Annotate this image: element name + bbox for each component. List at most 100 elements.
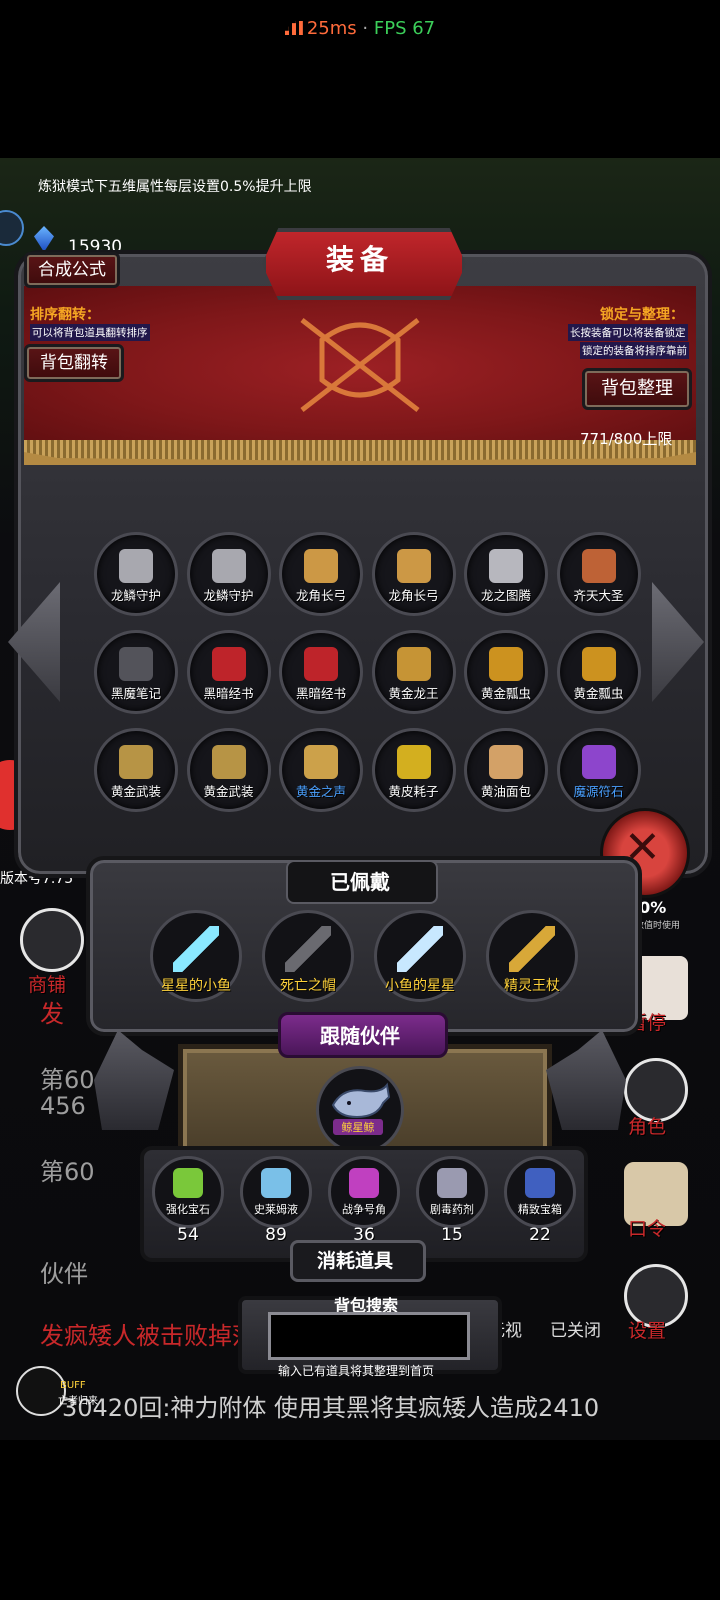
consumable-item-count: 22 <box>529 1225 551 1245</box>
inventory-item[interactable]: 黄金龙王 <box>371 630 456 714</box>
horn-icon <box>349 1167 379 1198</box>
inventory-item[interactable]: 龙角长弓 <box>371 532 456 616</box>
sparkle-sword-icon <box>397 926 443 973</box>
latency-text: 25ms <box>306 18 357 39</box>
inventory-item-label: 魔源符石 <box>573 784 624 799</box>
inventory-item[interactable]: 黄油面包 <box>464 728 548 812</box>
hat-icon <box>285 926 331 973</box>
inventory-item-label: 黄油面包 <box>480 784 531 799</box>
synthesis-formula-button[interactable]: 合成公式 <box>24 252 120 288</box>
panel-title: 装备 <box>325 243 394 276</box>
red-book-icon <box>211 647 246 682</box>
lock-desc-2: 锁定的装备将排序靠前 <box>580 342 689 359</box>
inventory-item[interactable]: 黄金武装 <box>186 728 271 812</box>
inventory-item-label: 齐天大圣 <box>573 588 624 603</box>
inventory-item-label: 龙之图腾 <box>480 588 531 603</box>
consumable-item-label: 剧毒药剂 <box>430 1203 474 1216</box>
log-line-5: 伙伴 <box>40 1260 88 1288</box>
crossed-swords-icon <box>300 318 420 412</box>
beetle-icon <box>581 647 616 682</box>
shield-icon <box>119 549 153 584</box>
poison-icon <box>437 1167 467 1198</box>
equipped-item[interactable]: 死亡之帽 <box>262 910 354 1002</box>
staff-icon <box>509 926 555 973</box>
red-book-icon <box>304 647 338 682</box>
bag-flip-button[interactable]: 背包翻转 <box>24 344 124 382</box>
companion-title: 跟随伙伴 <box>320 1024 400 1048</box>
yellow-ball-icon <box>396 745 431 780</box>
inventory-item[interactable]: 黄金瓢虫 <box>464 630 548 714</box>
equipped-item[interactable]: 星星的小鱼 <box>150 910 242 1002</box>
buff-skull-icon[interactable] <box>16 1366 66 1416</box>
sword-icon <box>173 926 219 973</box>
harp-icon <box>304 745 338 780</box>
inventory-item-label: 黄皮耗子 <box>388 784 439 799</box>
inventory-item[interactable]: 黄金瓢虫 <box>556 630 641 714</box>
totem-icon <box>489 549 523 584</box>
chest-icon <box>525 1167 555 1198</box>
inventory-item[interactable]: 魔源符石 <box>556 728 641 812</box>
consumable-item[interactable]: 剧毒药剂 15 <box>416 1156 488 1245</box>
search-input[interactable] <box>268 1312 470 1360</box>
inventory-item[interactable]: 黄皮耗子 <box>371 728 456 812</box>
monkey-king-icon <box>581 549 616 584</box>
bow-icon <box>304 549 338 584</box>
signal-icon <box>284 21 303 35</box>
consumable-item[interactable]: 强化宝石 54 <box>152 1156 224 1245</box>
buff-label: BUFF <box>60 1380 86 1391</box>
inventory-item-label: 黑暗经书 <box>203 686 254 701</box>
inventory-item[interactable]: 龙之图腾 <box>464 532 548 616</box>
log-line-4: 第60 <box>40 1158 95 1186</box>
bag-tidy-button[interactable]: 背包整理 <box>582 368 692 410</box>
inventory-item-label: 黄金武装 <box>203 784 254 799</box>
dragon-icon <box>396 647 431 682</box>
consumable-item-label: 史莱姆液 <box>254 1203 298 1216</box>
inventory-item-label: 黄金瓢虫 <box>573 686 624 701</box>
consumable-item[interactable]: 史莱姆液 89 <box>240 1156 312 1245</box>
inventory-item[interactable]: 龙鳞守护 <box>94 532 178 616</box>
consumable-item-label: 精致宝箱 <box>518 1203 562 1216</box>
inventory-item[interactable]: 黑魔笔记 <box>94 630 178 714</box>
consumable-item[interactable]: 精致宝箱 22 <box>504 1156 576 1245</box>
green-gem-icon <box>173 1167 203 1198</box>
consumable-item-label: 战争号角 <box>342 1203 386 1216</box>
equipped-item[interactable]: 小鱼的星星 <box>374 910 466 1002</box>
equipped-title: 已佩戴 <box>330 870 390 894</box>
inventory-item-label: 龙鳞守护 <box>203 588 254 603</box>
search-hint: 输入已有道具将其整理到首页 <box>278 1364 435 1378</box>
log-line-1: 发 <box>40 1000 64 1028</box>
log-line-7: 30420回:神力附体 使用其黑将其疯矮人造成2410 <box>62 1394 600 1422</box>
bow-icon <box>396 549 431 584</box>
inventory-item-label: 黄金武装 <box>110 784 161 799</box>
lock-tidy-title: 锁定与整理： <box>600 307 684 323</box>
consumable-item[interactable]: 战争号角 36 <box>328 1156 400 1245</box>
shop-label: 商铺 <box>28 974 67 996</box>
lock-desc-1: 长按装备可以将装备锁定 <box>568 324 688 341</box>
potion-icon <box>261 1167 291 1198</box>
inventory-item[interactable]: 黄金武装 <box>94 728 178 812</box>
inventory-item-label: 黄金龙王 <box>388 686 439 701</box>
notice-text: 炼狱模式下五维属性每层设置0.5%提升上限 <box>38 179 312 195</box>
sort-flip-desc: 可以将背包道具翻转排序 <box>30 324 150 341</box>
inventory-item[interactable]: 龙角长弓 <box>279 532 363 616</box>
inventory-item[interactable]: 黑暗经书 <box>186 630 271 714</box>
inventory-item[interactable]: 黄金之声 <box>279 728 363 812</box>
password-label: 口令 <box>628 1218 667 1240</box>
inventory-item-label: 龙角长弓 <box>388 588 439 603</box>
inventory-item[interactable]: 黑暗经书 <box>279 630 363 714</box>
equipped-item-label: 星星的小鱼 <box>161 978 231 994</box>
inventory-item-label: 龙鳞守护 <box>110 588 161 603</box>
equipped-item[interactable]: 精灵王杖 <box>486 910 578 1002</box>
inventory-item[interactable]: 龙鳞守护 <box>186 532 271 616</box>
capacity-text: 771/800上限 <box>580 430 673 448</box>
log-line-6: 发疯矮人被击败掉落 <box>40 1322 256 1350</box>
inventory-item-label: 黑魔笔记 <box>110 686 161 701</box>
companion-pet-slot[interactable]: 鲸星鲸 <box>316 1066 404 1154</box>
log-line-2: 第60 <box>40 1066 95 1094</box>
inventory-item-label: 黄金之声 <box>295 784 346 799</box>
inventory-item[interactable]: 齐天大圣 <box>556 532 641 616</box>
armor-icon <box>211 745 246 780</box>
shop-icon[interactable] <box>20 908 84 972</box>
fps-text: FPS 67 <box>373 18 436 39</box>
equipped-item-label: 死亡之帽 <box>280 978 336 994</box>
